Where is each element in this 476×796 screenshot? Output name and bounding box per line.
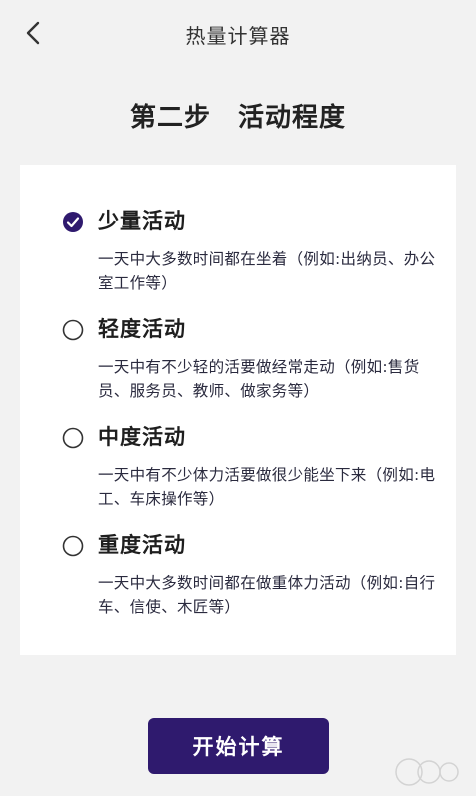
option-description: 一天中有不少体力活要做很少能坐下来（例如:电工、车床操作等） [98, 466, 436, 508]
option-label: 少量活动 [98, 209, 186, 233]
option-description: 一天中大多数时间都在坐着（例如:出纳员、办公室工作等） [98, 250, 436, 292]
option-description: 一天中有不少轻的活要做经常走动（例如:售货员、服务员、教师、做家务等） [98, 358, 420, 400]
radio-unchecked-icon[interactable] [62, 535, 84, 557]
option-description: 一天中大多数时间都在做重体力活动（例如:自行车、信使、木匠等） [98, 574, 436, 616]
header-bar: 热量计算器 [0, 0, 476, 66]
option-label: 中度活动 [98, 425, 186, 449]
option-label: 重度活动 [98, 533, 186, 557]
step-title: 第二步 活动程度 [129, 103, 346, 133]
option-label: 轻度活动 [98, 317, 186, 341]
start-calculate-button[interactable]: 开始计算 [148, 718, 329, 774]
radio-unchecked-icon[interactable] [62, 319, 84, 341]
activity-options-card: 少量活动 一天中大多数时间都在坐着（例如:出纳员、办公室工作等） 轻度活动 一天… [20, 165, 456, 655]
pc6-watermark-logo [395, 758, 459, 786]
radio-checked-icon[interactable] [62, 211, 84, 233]
radio-unchecked-icon[interactable] [62, 427, 84, 449]
page-title: 热量计算器 [185, 24, 291, 48]
